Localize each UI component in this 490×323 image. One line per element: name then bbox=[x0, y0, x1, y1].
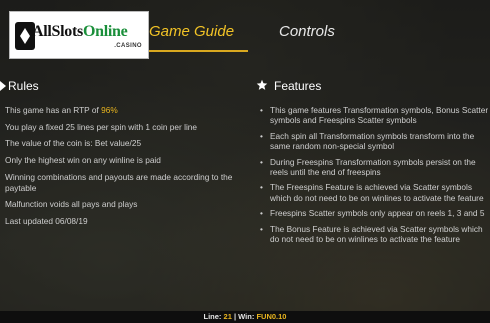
rtp-value: 96% bbox=[101, 105, 118, 115]
rules-heading: Rules bbox=[8, 79, 39, 93]
active-tab-indicator bbox=[149, 50, 248, 52]
list-item: The Freespins Feature is achieved via Sc… bbox=[260, 182, 490, 202]
list-item: You play a fixed 25 lines per spin with … bbox=[5, 121, 198, 132]
list-item: The Bonus Feature is achieved via Scatte… bbox=[260, 224, 490, 244]
logo-subtext: .CASINO bbox=[114, 43, 142, 49]
chevron-right-icon bbox=[0, 81, 6, 91]
list-item: Malfunction voids all pays and plays bbox=[5, 199, 138, 210]
casino-logo: AllSlotsOnline .CASINO bbox=[9, 11, 149, 59]
line-value: 21 bbox=[223, 312, 232, 321]
rules-list: This game has an RTP of 96% You play a f… bbox=[5, 105, 245, 233]
tab-controls[interactable]: Controls bbox=[279, 23, 335, 40]
list-item: Only the highest win on any winline is p… bbox=[5, 155, 161, 166]
status-separator: | bbox=[233, 312, 237, 321]
list-item: Each spin all Transformation symbols tra… bbox=[260, 131, 490, 151]
status-bar: Line: 21 | Win: FUN0.10 bbox=[0, 311, 490, 323]
line-label: Line: bbox=[203, 312, 222, 321]
list-item: Winning combinations and payouts are mad… bbox=[5, 171, 233, 193]
logo-text: AllSlotsOnline bbox=[32, 23, 128, 40]
list-item: This game has an RTP of 96% bbox=[5, 105, 118, 115]
win-value: FUN0.10 bbox=[256, 312, 287, 321]
list-item: The value of the coin is: Bet value/25 bbox=[5, 138, 142, 149]
win-label: Win: bbox=[238, 312, 255, 321]
features-list: This game features Transformation symbol… bbox=[260, 105, 490, 250]
list-item: Freespins Scatter symbols only appear on… bbox=[260, 208, 490, 218]
list-item: Last updated 06/08/19 bbox=[5, 216, 88, 227]
star-icon bbox=[256, 79, 268, 90]
tab-game-guide[interactable]: Game Guide bbox=[149, 23, 234, 40]
list-item: During Freespins Transformation symbols … bbox=[260, 157, 490, 177]
list-item: This game features Transformation symbol… bbox=[260, 105, 490, 125]
features-heading: Features bbox=[274, 79, 322, 93]
